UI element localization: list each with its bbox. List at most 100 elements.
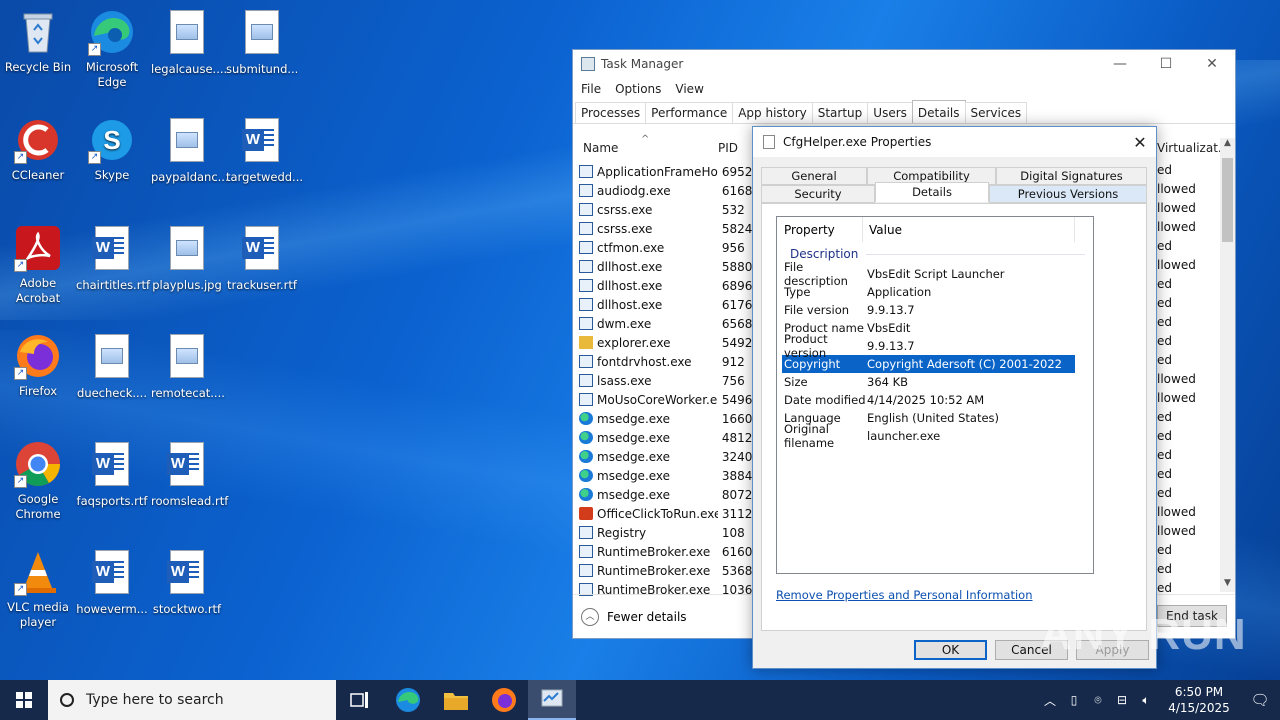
desktop-icon-faqsports-rtf[interactable]: W faqsports.rtf bbox=[74, 440, 150, 509]
ok-button[interactable]: OK bbox=[914, 640, 987, 660]
desktop-icon-chairtitles-rtf[interactable]: W chairtitles.rtf bbox=[74, 224, 150, 293]
desktop-icon-playplus-jpg[interactable]: playplus.jpg bbox=[149, 224, 225, 293]
property-row[interactable]: File description VbsEdit Script Launcher bbox=[782, 260, 1075, 288]
process-window-icon bbox=[579, 564, 593, 577]
meet-now-icon[interactable]: ⌾ bbox=[1086, 693, 1110, 708]
process-row[interactable]: msedge.exe 1660 bbox=[573, 409, 753, 428]
column-header-virtualization[interactable]: Virtualizat... bbox=[1157, 136, 1229, 160]
desktop-icon-microsoft-edge[interactable]: ↗ Microsoft Edge bbox=[74, 8, 150, 90]
tab-details[interactable]: Details bbox=[911, 100, 966, 123]
desktop-icon-firefox[interactable]: ↗ Firefox bbox=[0, 332, 76, 399]
volume-icon[interactable]: 🔈︎ bbox=[1134, 693, 1158, 708]
scroll-down-icon[interactable]: ▼ bbox=[1220, 578, 1235, 592]
tab-services[interactable]: Services bbox=[964, 102, 1028, 123]
properties-dialog-titlebar[interactable]: CfgHelper.exe Properties ✕ bbox=[753, 127, 1156, 157]
desktop-icon-trackuser-rtf[interactable]: W trackuser.rtf bbox=[224, 224, 300, 293]
tablet-icon[interactable]: ▯ bbox=[1062, 693, 1086, 707]
process-list-scrollbar[interactable]: ▲ ▼ bbox=[1220, 138, 1235, 592]
column-header-value[interactable]: Value bbox=[863, 217, 1075, 242]
desktop-icon-duecheck[interactable]: duecheck.... bbox=[74, 332, 150, 401]
column-header-property[interactable]: Property bbox=[777, 217, 863, 242]
desktop-icon-google-chrome[interactable]: ↗ Google Chrome bbox=[0, 440, 76, 522]
desktop-icon-stocktwo-rtf[interactable]: W stocktwo.rtf bbox=[149, 548, 225, 617]
taskbar-search-box[interactable]: Type here to search bbox=[48, 680, 336, 720]
remove-properties-link[interactable]: Remove Properties and Personal Informati… bbox=[776, 588, 1033, 602]
process-row[interactable]: RuntimeBroker.exe 6160 bbox=[573, 542, 753, 561]
network-icon[interactable]: ⊟ bbox=[1110, 693, 1134, 707]
desktop-icon-remotecat[interactable]: remotecat.... bbox=[149, 332, 225, 401]
desktop-icon-targetwedd[interactable]: W targetwedd... bbox=[224, 116, 303, 185]
property-row[interactable]: File version 9.9.13.7 bbox=[782, 301, 1075, 319]
process-row[interactable]: msedge.exe 4812 bbox=[573, 428, 753, 447]
scrollbar-thumb[interactable] bbox=[1222, 158, 1233, 242]
scroll-up-icon[interactable]: ▲ bbox=[1220, 138, 1235, 152]
menu-options[interactable]: Options bbox=[615, 82, 661, 96]
menu-file[interactable]: File bbox=[581, 82, 601, 96]
tab-users[interactable]: Users bbox=[867, 102, 913, 123]
tab-previous-versions[interactable]: Previous Versions bbox=[989, 185, 1147, 203]
minimize-icon[interactable]: — bbox=[1097, 50, 1143, 78]
details-property-list[interactable]: Property Value Description File descript… bbox=[776, 216, 1094, 574]
process-row[interactable]: csrss.exe 532 bbox=[573, 200, 753, 219]
chevron-up-icon[interactable]: ︿ bbox=[581, 607, 599, 626]
taskbar-edge[interactable] bbox=[384, 680, 432, 720]
taskbar-firefox[interactable] bbox=[480, 680, 528, 720]
desktop-icon-roomslead-rtf[interactable]: W roomslead.rtf bbox=[149, 440, 228, 509]
property-row[interactable]: Copyright Copyright Adersoft (C) 2001-202… bbox=[782, 355, 1075, 373]
fewer-details-link[interactable]: Fewer details bbox=[607, 610, 687, 624]
desktop-icon-submitund[interactable]: submitund... bbox=[224, 8, 300, 77]
tab-app-history[interactable]: App history bbox=[732, 102, 813, 123]
process-row[interactable]: explorer.exe 5492 bbox=[573, 333, 753, 352]
desktop-icon-ccleaner[interactable]: ↗ CCleaner bbox=[0, 116, 76, 183]
desktop-icon-howeverm[interactable]: W howeverm... bbox=[74, 548, 150, 617]
process-row[interactable]: msedge.exe 3884 bbox=[573, 466, 753, 485]
process-row[interactable]: msedge.exe 8072 bbox=[573, 485, 753, 504]
process-row[interactable]: csrss.exe 5824 bbox=[573, 219, 753, 238]
process-row[interactable]: dllhost.exe 5880 bbox=[573, 257, 753, 276]
process-row[interactable]: MoUsoCoreWorker.e... 5496 bbox=[573, 390, 753, 409]
desktop-icon-skype[interactable]: S ↗ Skype bbox=[74, 116, 150, 183]
column-header-pid[interactable]: PID bbox=[718, 141, 738, 155]
tab-performance[interactable]: Performance bbox=[645, 102, 734, 123]
process-row[interactable]: audiodg.exe 6168 bbox=[573, 181, 753, 200]
process-row[interactable]: ctfmon.exe 956 bbox=[573, 238, 753, 257]
show-hidden-icons-chevron-icon[interactable]: ︿ bbox=[1038, 692, 1062, 709]
close-icon[interactable]: ✕ bbox=[1124, 133, 1156, 152]
process-row[interactable]: ApplicationFrameHo... 6952 bbox=[573, 162, 753, 181]
process-row[interactable]: dllhost.exe 6176 bbox=[573, 295, 753, 314]
menu-view[interactable]: View bbox=[675, 82, 703, 96]
property-row[interactable]: Size 364 KB bbox=[782, 373, 1075, 391]
property-row[interactable]: Date modified 4/14/2025 10:52 AM bbox=[782, 391, 1075, 409]
process-row[interactable]: dwm.exe 6568 bbox=[573, 314, 753, 333]
maximize-icon[interactable]: ☐ bbox=[1143, 50, 1189, 78]
property-row[interactable]: Original filename launcher.exe bbox=[782, 422, 1075, 450]
desktop-icon-vlc[interactable]: ↗ VLC media player bbox=[0, 548, 76, 630]
start-button[interactable] bbox=[0, 680, 48, 720]
taskbar-file-explorer[interactable] bbox=[432, 680, 480, 720]
close-icon[interactable]: ✕ bbox=[1189, 50, 1235, 78]
process-row[interactable]: RuntimeBroker.exe 5368 bbox=[573, 561, 753, 580]
tab-details[interactable]: Details bbox=[875, 182, 989, 202]
tab-general[interactable]: General bbox=[761, 167, 867, 185]
process-row[interactable]: fontdrvhost.exe 912 bbox=[573, 352, 753, 371]
process-row[interactable]: OfficeClickToRun.exe 3112 bbox=[573, 504, 753, 523]
tab-security[interactable]: Security bbox=[761, 185, 875, 203]
task-manager-titlebar[interactable]: Task Manager — ☐ ✕ bbox=[573, 50, 1235, 78]
property-row[interactable]: Type Application bbox=[782, 283, 1075, 301]
taskbar-task-manager[interactable] bbox=[528, 680, 576, 720]
process-row[interactable]: Registry 108 bbox=[573, 523, 753, 542]
tab-digital-signatures[interactable]: Digital Signatures bbox=[996, 167, 1147, 185]
desktop-icon-paypaldanc[interactable]: paypaldanc... bbox=[149, 116, 229, 185]
desktop-icon-recycle-bin[interactable]: Recycle Bin bbox=[0, 8, 76, 75]
process-row[interactable]: lsass.exe 756 bbox=[573, 371, 753, 390]
taskbar-clock[interactable]: 6:50 PM 4/15/2025 bbox=[1158, 684, 1240, 716]
task-view-button[interactable] bbox=[336, 680, 384, 720]
tab-processes[interactable]: Processes bbox=[575, 102, 647, 123]
process-row[interactable]: dllhost.exe 6896 bbox=[573, 276, 753, 295]
tab-startup[interactable]: Startup bbox=[811, 102, 869, 123]
property-row[interactable]: Product version 9.9.13.7 bbox=[782, 332, 1075, 360]
desktop-icon-legalcause[interactable]: legalcause.... bbox=[149, 8, 227, 77]
desktop-icon-adobe-acrobat[interactable]: ↗ Adobe Acrobat bbox=[0, 224, 76, 306]
notification-center-icon[interactable]: 🗨︎ bbox=[1240, 691, 1280, 709]
process-row[interactable]: msedge.exe 3240 bbox=[573, 447, 753, 466]
